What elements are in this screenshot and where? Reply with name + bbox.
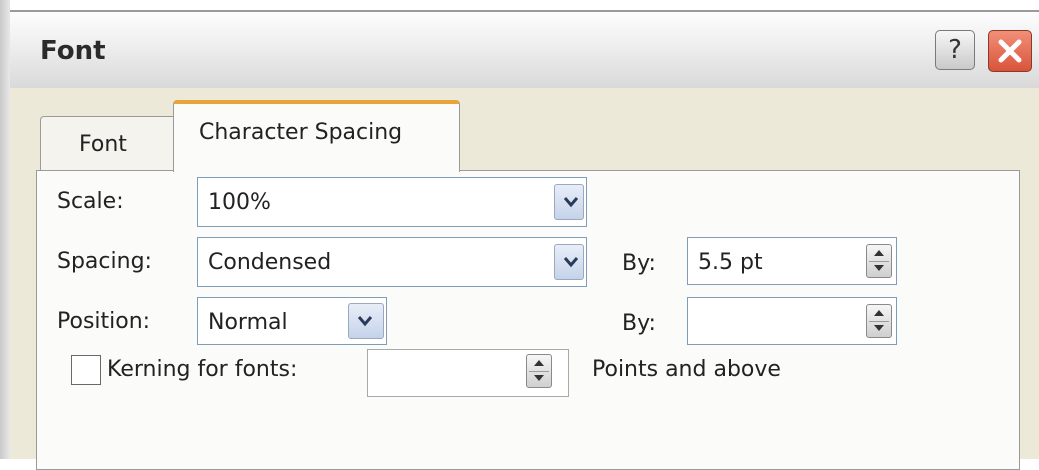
font-dialog: Font ? Font Character Spacing Scale: 100…	[0, 0, 1039, 470]
spacing-by-value: 5.5 pt	[698, 250, 763, 275]
window-left-edge	[0, 0, 10, 459]
spinner-divider	[869, 261, 889, 262]
arrow-down-icon	[534, 375, 544, 381]
spacing-dropdown-button[interactable]	[554, 244, 584, 280]
arrow-down-icon	[874, 325, 884, 331]
spacing-select[interactable]: Condensed	[197, 237, 587, 287]
position-select[interactable]: Normal	[197, 297, 387, 345]
dialog-title: Font	[40, 36, 106, 66]
chevron-down-icon	[564, 197, 578, 208]
position-by-spinner[interactable]	[866, 304, 892, 338]
spacing-by-input[interactable]: 5.5 pt	[687, 237, 897, 285]
scale-select[interactable]: 100%	[197, 177, 587, 227]
title-bar[interactable]: Font ?	[10, 10, 1039, 88]
arrow-up-icon	[874, 310, 884, 316]
spacing-label: Spacing:	[57, 249, 152, 274]
scale-label: Scale:	[57, 189, 124, 214]
close-icon	[998, 39, 1022, 63]
tab-character-spacing-label: Character Spacing	[199, 120, 403, 145]
position-by-label: By:	[622, 311, 656, 336]
kerning-label: Kerning for fonts:	[107, 357, 298, 382]
chevron-down-icon	[358, 316, 372, 327]
position-dropdown-button[interactable]	[348, 303, 384, 339]
kerning-spinner[interactable]	[526, 354, 552, 388]
chevron-down-icon	[564, 257, 578, 268]
arrow-up-icon	[534, 360, 544, 366]
character-spacing-panel: Scale: 100% Spacing: Condensed By: 5.5 p…	[36, 170, 1020, 470]
dialog-body: Font Character Spacing Scale: 100% Spaci…	[10, 88, 1039, 470]
position-by-input[interactable]	[687, 297, 897, 345]
tab-character-spacing[interactable]: Character Spacing	[173, 100, 460, 172]
scale-value: 100%	[208, 190, 271, 215]
close-button[interactable]	[988, 30, 1032, 72]
scale-dropdown-button[interactable]	[554, 184, 584, 220]
spinner-divider	[869, 321, 889, 322]
spacing-by-spinner[interactable]	[866, 244, 892, 278]
position-label: Position:	[57, 309, 151, 334]
help-icon: ?	[948, 35, 962, 65]
kerning-suffix: Points and above	[592, 357, 781, 382]
arrow-down-icon	[874, 265, 884, 271]
kerning-points-input[interactable]	[367, 349, 569, 397]
position-value: Normal	[208, 310, 288, 335]
help-button[interactable]: ?	[935, 30, 975, 70]
arrow-up-icon	[874, 250, 884, 256]
tab-font-label: Font	[79, 132, 127, 157]
spinner-divider	[529, 371, 549, 372]
spacing-value: Condensed	[208, 250, 332, 275]
tab-font[interactable]: Font	[40, 116, 180, 170]
kerning-checkbox[interactable]	[71, 355, 101, 385]
spacing-by-label: By:	[622, 251, 656, 276]
